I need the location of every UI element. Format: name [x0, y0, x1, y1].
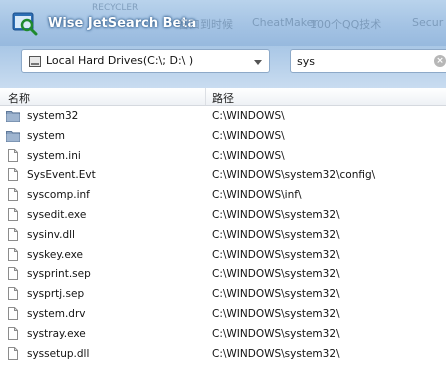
list-item-name: sysprtj.sep	[27, 288, 85, 301]
list-item-path: C:\WINDOWS\	[212, 149, 285, 162]
background-ghost-text: 100个QQ技术	[310, 18, 382, 31]
column-header-name[interactable]: 名称	[8, 90, 30, 106]
list-item-path: C:\WINDOWS\system32\	[212, 327, 340, 340]
list-item[interactable]: sysprint.sep C:\WINDOWS\system32\	[0, 264, 446, 284]
list-item-name: SysEvent.Evt	[27, 169, 96, 182]
file-icon	[6, 267, 20, 281]
list-item-name: system.drv	[27, 308, 86, 320]
clear-search-icon[interactable]: ×	[434, 55, 446, 67]
list-item[interactable]: system.drv C:\WINDOWS\system32\	[0, 304, 446, 324]
search-input[interactable]	[297, 54, 427, 69]
search-field[interactable]: ×	[290, 49, 446, 73]
list-item-name: syskey.exe	[27, 248, 84, 261]
title-bar: Wise JetSearch Beta RECYCLER 窗口到时候 Cheat…	[0, 0, 446, 46]
list-item-name: syssetup.dll	[27, 347, 90, 360]
magnifier-icon	[12, 12, 38, 36]
list-item-path: C:\WINDOWS\	[212, 110, 285, 122]
list-item-path: C:\WINDOWS\system32\config\	[212, 169, 376, 182]
hard-drive-icon	[29, 56, 41, 67]
list-item-path: C:\WINDOWS\system32\	[212, 268, 340, 281]
list-item[interactable]: system32 C:\WINDOWS\	[0, 106, 446, 126]
list-item[interactable]: systray.exe C:\WINDOWS\system32\	[0, 324, 446, 344]
background-ghost-text: RECYCLER	[92, 3, 139, 13]
list-item-name: systray.exe	[27, 327, 86, 340]
list-item[interactable]: SysEvent.Evt C:\WINDOWS\system32\config\	[0, 165, 446, 185]
file-icon	[6, 307, 20, 320]
background-ghost-text: 窗口到时候	[178, 18, 233, 31]
list-item-path: C:\WINDOWS\inf\	[212, 189, 302, 202]
list-item[interactable]: system C:\WINDOWS\	[0, 126, 446, 146]
list-item-name: syscomp.inf	[27, 189, 90, 202]
drive-selector[interactable]: Local Hard Drives(C:\; D:\ )	[21, 49, 270, 73]
list-item[interactable]: syskey.exe C:\WINDOWS\system32\	[0, 245, 446, 265]
file-icon	[6, 287, 20, 301]
column-divider[interactable]	[205, 88, 206, 105]
list-item-path: C:\WINDOWS\system32\	[212, 347, 340, 360]
list-item-name: sysprint.sep	[27, 268, 91, 281]
drive-selector-label: Local Hard Drives(C:\; D:\ )	[46, 54, 194, 67]
column-header-path[interactable]: 路径	[212, 90, 234, 106]
list-item-name: system	[27, 129, 65, 142]
results-list: system32 C:\WINDOWS\ system C:\WINDOWS\ syst…	[0, 106, 446, 368]
file-icon	[6, 168, 20, 182]
list-item-path: C:\WINDOWS\	[212, 129, 285, 142]
results-header: 名称 路径	[0, 88, 446, 106]
list-item[interactable]: syssetup.dll C:\WINDOWS\system32\	[0, 344, 446, 364]
file-icon	[6, 247, 20, 261]
file-icon	[6, 188, 20, 202]
list-item[interactable]: sysinv.dll C:\WINDOWS\system32\	[0, 225, 446, 245]
file-icon	[6, 148, 20, 162]
folder-icon	[6, 129, 20, 142]
file-icon	[6, 208, 20, 221]
list-item-name: system32	[27, 110, 79, 122]
list-item-path: C:\WINDOWS\system32\	[212, 248, 340, 261]
list-item-path: C:\WINDOWS\system32\	[212, 288, 340, 301]
list-item-name: sysinv.dll	[27, 228, 75, 241]
list-item-path: C:\WINDOWS\system32\	[212, 209, 340, 221]
list-item-path: C:\WINDOWS\system32\	[212, 308, 340, 320]
list-item-name: sysedit.exe	[27, 209, 87, 221]
window-title: Wise JetSearch Beta	[48, 16, 197, 31]
list-item[interactable]: system.ini C:\WINDOWS\	[0, 146, 446, 166]
file-icon	[6, 326, 20, 340]
chevron-down-icon[interactable]	[254, 60, 262, 65]
list-item-path: C:\WINDOWS\system32\	[212, 228, 340, 241]
file-icon	[6, 346, 20, 360]
list-item[interactable]: sysedit.exe C:\WINDOWS\system32\	[0, 205, 446, 225]
list-item[interactable]: syscomp.inf C:\WINDOWS\inf\	[0, 185, 446, 205]
folder-icon	[6, 109, 20, 122]
background-ghost-text: CheatMaker	[252, 16, 318, 29]
list-item[interactable]: sysprtj.sep C:\WINDOWS\system32\	[0, 284, 446, 304]
background-ghost-text: Secur	[412, 16, 444, 29]
list-item-name: system.ini	[27, 149, 81, 162]
app-window: Wise JetSearch Beta RECYCLER 窗口到时候 Cheat…	[0, 0, 446, 368]
file-icon	[6, 227, 20, 241]
